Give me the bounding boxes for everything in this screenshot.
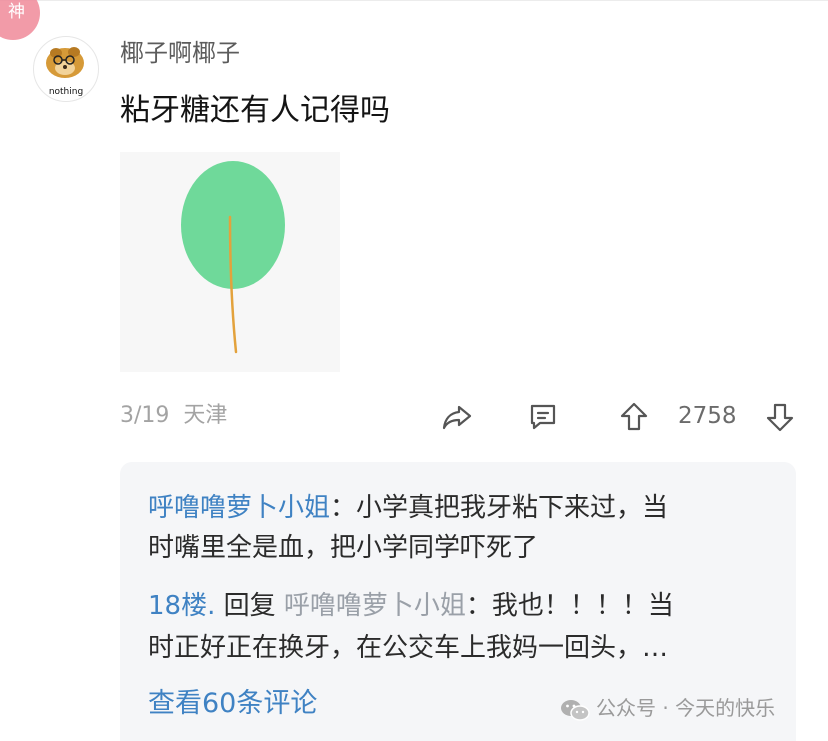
view-more-comments-link[interactable]: 查看60条评论 bbox=[148, 686, 317, 722]
avatar-caption: nothing bbox=[48, 87, 84, 97]
avatar[interactable]: nothing bbox=[33, 36, 99, 102]
watermark: 公众号 · 今天的快乐 bbox=[560, 693, 775, 723]
wechat-icon bbox=[561, 699, 590, 721]
comment-location: 天津 bbox=[183, 403, 228, 428]
comment-text: 粘牙糖还有人记得吗 bbox=[120, 93, 390, 128]
leaf-drawing bbox=[181, 161, 285, 354]
comment-date: 3/19 bbox=[120, 403, 170, 428]
watermark-text: 公众号 · 今天的快乐 bbox=[596, 696, 776, 720]
top-divider bbox=[0, 0, 828, 1]
reply-2-line-1[interactable]: 18楼. 回复 呼噜噜萝卜小姐：我也！！！！当 bbox=[148, 588, 674, 624]
reply-2-replied-user[interactable]: 呼噜噜萝卜小姐 bbox=[284, 591, 466, 621]
god-comment-badge: 神 bbox=[0, 0, 40, 40]
reply-1-line-2: 时嘴里全是血，把小学同学吓死了 bbox=[148, 530, 538, 566]
reply-2-floor: 18楼. bbox=[148, 591, 216, 621]
upvote-icon[interactable] bbox=[617, 400, 651, 434]
reply-2-line-2: 时正好正在换牙，在公交车上我妈一回头，… bbox=[148, 630, 668, 666]
reply-1-text-part-1: ：小学真把我牙粘下来过，当 bbox=[330, 493, 669, 523]
god-badge-label: 神 bbox=[8, 2, 25, 22]
reply-1-text-part-2: 时嘴里全是血，把小学同学吓死了 bbox=[148, 533, 539, 563]
vote-count: 2758 bbox=[678, 403, 737, 429]
comment-icon[interactable] bbox=[526, 400, 560, 434]
reply-2-reply-word: 回复 bbox=[215, 591, 284, 621]
comment-image[interactable] bbox=[120, 152, 340, 372]
username[interactable]: 椰子啊椰子 bbox=[120, 36, 240, 70]
reply-1-line-1[interactable]: 呼噜噜萝卜小姐：小学真把我牙粘下来过，当 bbox=[148, 490, 668, 526]
reply-1-user[interactable]: 呼噜噜萝卜小姐 bbox=[148, 493, 330, 523]
downvote-icon[interactable] bbox=[763, 400, 797, 434]
comment-meta: 3/19 天津 bbox=[120, 399, 227, 433]
reply-2-text-part-2: 时正好正在换牙，在公交车上我妈一回头，… bbox=[148, 633, 669, 663]
reply-2-text-part-1: ：我也！！！！当 bbox=[465, 591, 674, 621]
share-icon[interactable] bbox=[440, 400, 474, 434]
